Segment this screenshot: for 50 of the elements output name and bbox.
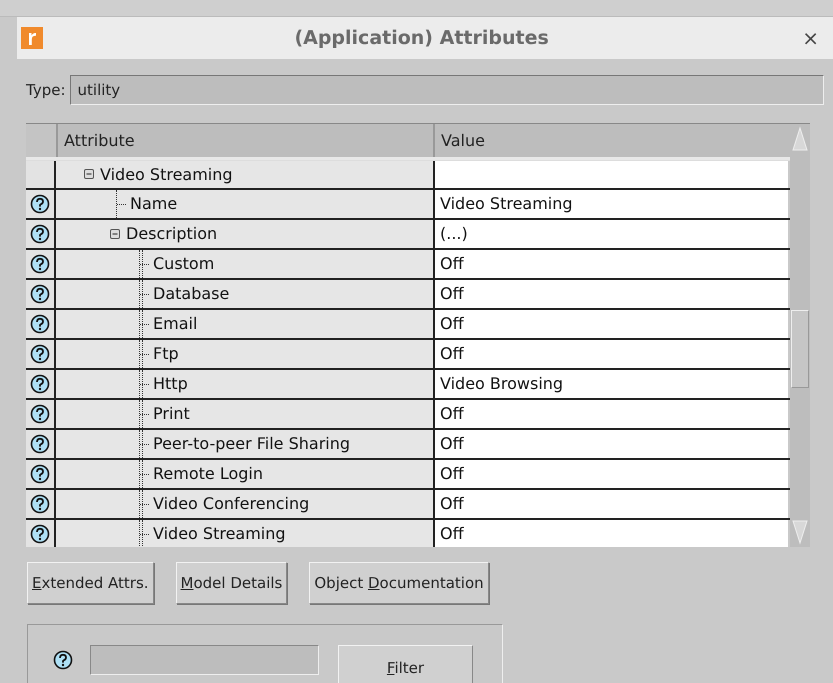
help-icon[interactable] — [30, 404, 50, 424]
value-cell[interactable]: Video Streaming — [433, 190, 788, 218]
column-header[interactable]: Attribute — [56, 124, 433, 157]
value-cell[interactable]: Video Browsing — [433, 370, 788, 398]
help-icon[interactable] — [30, 494, 50, 514]
dialog-button[interactable]: Extended Attrs. — [27, 562, 154, 604]
scrollbar-thumb[interactable] — [791, 310, 809, 388]
value-cell[interactable]: Off — [433, 400, 788, 428]
attribute-name[interactable]: Ftp — [153, 344, 179, 364]
help-icon[interactable] — [30, 194, 50, 214]
collapse-icon[interactable] — [110, 228, 120, 239]
filter-button[interactable]: Filter — [338, 644, 473, 683]
value-cell[interactable]: (...) — [433, 220, 788, 248]
help-icon[interactable] — [30, 284, 50, 304]
attribute-name[interactable]: Database — [153, 284, 230, 304]
help-icon[interactable] — [30, 524, 50, 544]
help-icon[interactable] — [30, 314, 50, 334]
attribute-name[interactable]: Custom — [153, 254, 214, 274]
value-cell[interactable]: Off — [433, 520, 788, 547]
value-cell[interactable]: Off — [433, 460, 788, 488]
help-icon[interactable] — [30, 254, 50, 274]
scrollbar[interactable] — [790, 124, 810, 547]
value-cell[interactable]: Off — [433, 280, 788, 308]
dialog-button[interactable]: Object Documentation — [309, 562, 489, 604]
close-button[interactable]: × — [800, 26, 821, 50]
help-icon[interactable] — [30, 224, 50, 244]
help-icon[interactable] — [30, 344, 50, 364]
value-cell[interactable]: Off — [433, 310, 788, 338]
app-logo-icon — [21, 27, 43, 49]
attribute-name[interactable]: Http — [153, 374, 188, 394]
help-icon[interactable] — [30, 434, 50, 454]
value-cell[interactable]: Off — [433, 490, 788, 518]
value-cell[interactable]: Off — [433, 250, 788, 278]
help-icon[interactable] — [30, 374, 50, 394]
help-icon[interactable] — [30, 464, 50, 484]
value-cell[interactable]: Off — [433, 340, 788, 368]
attribute-name[interactable]: Remote Login — [153, 464, 263, 484]
collapse-icon[interactable] — [84, 169, 94, 180]
dialog-button[interactable]: Model Details — [176, 562, 288, 604]
attribute-name[interactable]: Name — [130, 194, 178, 214]
attribute-name[interactable]: Description — [126, 224, 218, 244]
type-field[interactable]: utility — [70, 75, 824, 105]
attribute-name[interactable]: Print — [153, 404, 190, 424]
help-icon[interactable] — [53, 650, 73, 670]
value-cell[interactable] — [433, 160, 788, 188]
window-title: (Application) Attributes — [293, 27, 550, 49]
type-label: Type: — [26, 81, 66, 99]
filter-field[interactable] — [90, 644, 319, 674]
attribute-name[interactable]: Email — [153, 314, 198, 334]
value-cell[interactable]: Off — [433, 430, 788, 458]
